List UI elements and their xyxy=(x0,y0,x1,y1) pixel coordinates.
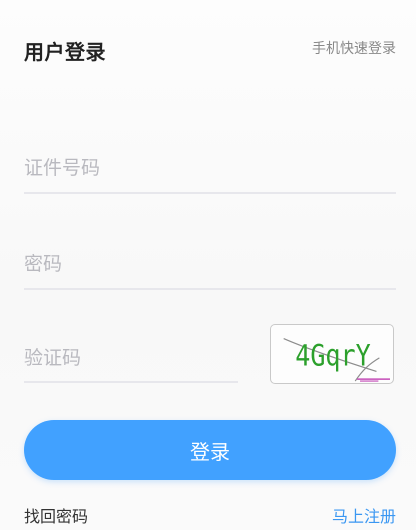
password-input[interactable] xyxy=(24,240,396,288)
id-number-field xyxy=(24,144,396,194)
page-title: 用户登录 xyxy=(24,40,106,64)
register-link[interactable]: 马上注册 xyxy=(332,503,396,527)
forgot-password-link[interactable]: 找回密码 xyxy=(24,503,88,527)
captcha-input[interactable] xyxy=(24,334,238,381)
captcha-text: 4GqrY xyxy=(295,339,370,373)
captcha-field xyxy=(24,334,238,383)
login-header: 用户登录 手机快速登录 xyxy=(24,34,396,66)
phone-quick-login-link[interactable]: 手机快速登录 xyxy=(312,38,396,58)
login-button[interactable]: 登录 xyxy=(24,420,396,480)
captcha-svg: 4GqrY xyxy=(283,338,390,382)
password-field xyxy=(24,240,396,290)
login-footer: 找回密码 马上注册 xyxy=(24,503,396,527)
captcha-image[interactable]: 4GqrY xyxy=(270,324,394,384)
id-number-input[interactable] xyxy=(24,144,396,192)
